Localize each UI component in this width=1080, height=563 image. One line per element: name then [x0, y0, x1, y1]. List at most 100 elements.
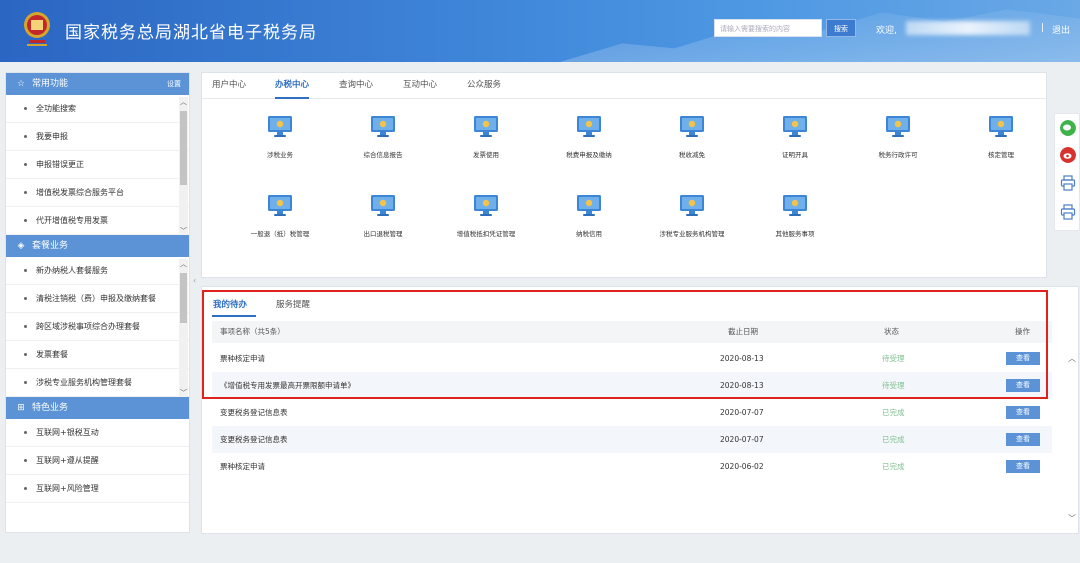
share-floatbar — [1054, 113, 1080, 231]
service-item[interactable]: 证明开具 — [750, 115, 840, 159]
header-separator: | — [1041, 23, 1045, 33]
weibo-icon[interactable] — [1060, 147, 1076, 163]
sidebar-group-header[interactable]: ⊞ 特色业务 — [6, 397, 189, 419]
table-row: 票种核定申请 2020-08-13 待受理 查看 — [212, 345, 1052, 372]
cell-date: 2020-06-02 — [720, 462, 764, 471]
table-row: 变更税务登记信息表 2020-07-07 已完成 查看 — [212, 399, 1052, 426]
cell-status: 待受理 — [882, 354, 905, 363]
tab-tax-center[interactable]: 办税中心 — [275, 73, 310, 99]
service-item[interactable]: 发票使用 — [441, 115, 531, 159]
sidebar-group-header[interactable]: ☆ 常用功能 设置 — [6, 73, 189, 95]
view-button[interactable]: 查看 — [1006, 352, 1040, 365]
page-bottom-bar — [0, 535, 1080, 563]
view-button[interactable]: 查看 — [1006, 460, 1040, 473]
todo-tabs: 我的待办 服务提醒 — [202, 287, 1078, 317]
view-button[interactable]: 查看 — [1006, 433, 1040, 446]
service-item[interactable]: 涉税业务 — [235, 115, 325, 159]
sidebar-item-label: 我要申报 — [36, 132, 68, 141]
tab-public-service[interactable]: 公众服务 — [467, 73, 501, 99]
sidebar-item-label: 互联网+遵从提醒 — [36, 456, 99, 465]
tab-my-todo[interactable]: 我的待办 — [213, 298, 247, 310]
table-scrollbar[interactable]: ︿ ﹀ — [1066, 343, 1078, 533]
scroll-thumb[interactable] — [180, 111, 187, 185]
cell-status: 待受理 — [882, 381, 905, 390]
service-item[interactable]: 核定管理 — [956, 115, 1046, 159]
service-label: 核定管理 — [988, 151, 1014, 159]
sidebar-item[interactable]: 代开增值税专用发票 — [6, 207, 189, 235]
group-title: 特色业务 — [32, 403, 69, 413]
col-date: 截止日期 — [728, 327, 758, 336]
sidebar-scrollbar[interactable]: ︿ ﹀ — [179, 259, 188, 399]
settings-link[interactable]: 设置 — [167, 73, 181, 95]
sidebar-item-label: 发票套餐 — [36, 350, 68, 359]
service-label: 涉税业务 — [267, 151, 293, 159]
tab-query-center[interactable]: 查询中心 — [339, 73, 373, 99]
service-item[interactable]: 税务行政许可 — [853, 115, 943, 159]
tab-user-center[interactable]: 用户中心 — [212, 73, 246, 99]
sidebar-item[interactable]: 申报错误更正 — [6, 151, 189, 179]
monitor-icon — [886, 116, 910, 137]
service-item[interactable]: 涉税专业服务机构管理 — [647, 194, 737, 238]
sidebar-item[interactable]: 涉税专业服务机构管理套餐 — [6, 369, 189, 397]
search-button[interactable]: 搜索 — [826, 19, 856, 37]
cell-name: 票种核定申请 — [220, 354, 265, 363]
sidebar-item[interactable]: 清税注销税（费）申报及缴纳套餐 — [6, 285, 189, 313]
view-button[interactable]: 查看 — [1006, 406, 1040, 419]
sidebar-group-header[interactable]: ◈ 套餐业务 — [6, 235, 189, 257]
sidebar-item[interactable]: 互联网+银税互动 — [6, 419, 189, 447]
service-label: 出口退税管理 — [363, 230, 403, 238]
cell-name: 《增值税专用发票最高开票限额申请单》 — [220, 381, 355, 390]
service-item[interactable]: 增值税抵扣凭证管理 — [441, 194, 531, 238]
sidebar-item[interactable]: 新办纳税人套餐服务 — [6, 257, 189, 285]
sidebar-item-label: 涉税专业服务机构管理套餐 — [36, 378, 132, 387]
wechat-icon[interactable] — [1060, 120, 1076, 136]
sidebar-item[interactable]: 全功能搜索 — [6, 95, 189, 123]
monitor-icon — [474, 116, 498, 137]
monitor-icon — [783, 116, 807, 137]
sidebar-item[interactable]: 跨区域涉税事项综合办理套餐 — [6, 313, 189, 341]
monitor-icon — [680, 195, 704, 216]
service-item[interactable]: 税费申报及缴纳 — [544, 115, 634, 159]
scroll-thumb[interactable] — [180, 273, 187, 323]
bullet-icon — [24, 219, 27, 222]
table-row: 票种核定申请 2020-06-02 已完成 查看 — [212, 453, 1052, 480]
active-tab-underline — [212, 315, 256, 317]
printer-icon[interactable] — [1060, 204, 1076, 220]
scroll-down-icon[interactable]: ﹀ — [1066, 513, 1078, 524]
service-label: 证明开具 — [782, 151, 808, 159]
service-item[interactable]: 出口退税管理 — [338, 194, 428, 238]
scroll-up-icon[interactable]: ︿ — [179, 98, 188, 107]
service-item[interactable]: 综合信息报告 — [338, 115, 428, 159]
sidebar-item[interactable]: 互联网+风险管理 — [6, 475, 189, 503]
sidebar-scrollbar[interactable]: ︿ ﹀ — [179, 97, 188, 237]
table-header: 事项名称（共5条） 截止日期 状态 操作 — [212, 321, 1052, 343]
service-label: 税务行政许可 — [878, 151, 918, 159]
printer-icon[interactable] — [1060, 175, 1076, 191]
cell-name: 变更税务登记信息表 — [220, 408, 288, 417]
main-tabs: 用户中心 办税中心 查询中心 互动中心 公众服务 — [202, 73, 1046, 99]
view-button[interactable]: 查看 — [1006, 379, 1040, 392]
tab-service-reminder[interactable]: 服务提醒 — [276, 298, 310, 310]
sidebar-item[interactable]: 互联网+遵从提醒 — [6, 447, 189, 475]
service-item[interactable]: 其他服务事项 — [750, 194, 840, 238]
sidebar-item[interactable]: 我要申报 — [6, 123, 189, 151]
sidebar-item[interactable]: 发票套餐 — [6, 341, 189, 369]
sidebar-item-label: 代开增值税专用发票 — [36, 216, 108, 225]
service-label: 综合信息报告 — [363, 151, 403, 159]
monitor-icon — [989, 116, 1013, 137]
service-label: 一般退（抵）税管理 — [250, 230, 310, 238]
search-input[interactable]: 请输入需要搜索的内容 — [714, 19, 822, 37]
sidebar-item-label: 新办纳税人套餐服务 — [36, 266, 108, 275]
bullet-icon — [24, 325, 27, 328]
service-item[interactable]: 纳税信用 — [544, 194, 634, 238]
layers-icon: ◈ — [17, 241, 25, 251]
tab-interaction-center[interactable]: 互动中心 — [403, 73, 437, 99]
scroll-up-icon[interactable]: ︿ — [1066, 353, 1078, 364]
service-item[interactable]: 一般退（抵）税管理 — [235, 194, 325, 238]
col-op: 操作 — [1015, 327, 1030, 336]
collapse-sidebar-icon[interactable]: ‹ — [193, 276, 201, 286]
sidebar-item[interactable]: 增值税发票综合服务平台 — [6, 179, 189, 207]
scroll-up-icon[interactable]: ︿ — [179, 260, 188, 269]
logout-link[interactable]: 退出 — [1052, 23, 1070, 36]
service-item[interactable]: 税收减免 — [647, 115, 737, 159]
